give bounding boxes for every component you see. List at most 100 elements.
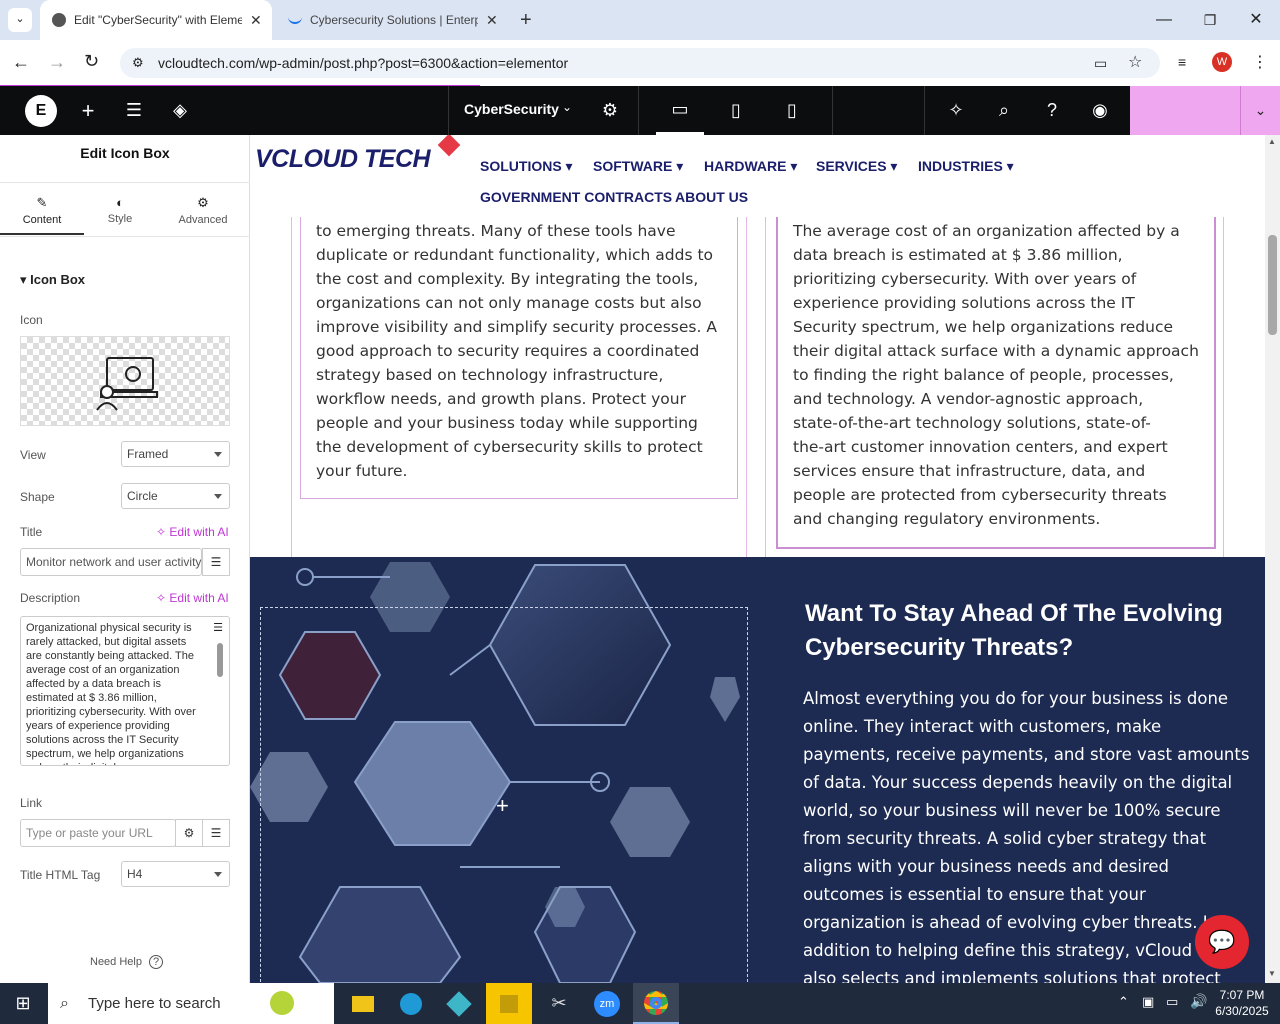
site-header: VCLOUD TECH SOLUTIONS ▾ SOFTWARE ▾ HARDW… [250,135,1265,217]
half-circle-icon: ◐ [116,195,124,210]
page-settings-gear-icon[interactable]: ⚙ [586,86,634,135]
page-preview: VCLOUD TECH SOLUTIONS ▾ SOFTWARE ▾ HARDW… [250,135,1265,983]
tab-search-icon[interactable]: ⌄ [8,8,32,32]
search-icon[interactable]: ⌕ [980,86,1028,135]
nav-government-contracts[interactable]: GOVERNMENT CONTRACTS [480,189,672,205]
textarea-scrollbar[interactable] [217,643,223,677]
tray-security-icon[interactable]: ▣ [1142,994,1154,1010]
wordpress-icon [52,13,66,27]
page-name[interactable]: CyberSecurity [464,101,559,117]
media-icon[interactable]: ≡ [1178,54,1186,70]
drag-cursor-icon: + [496,793,509,818]
preview-eye-icon[interactable]: ◉ [1076,86,1124,135]
close-tab-icon[interactable]: ✕ [486,12,498,29]
forward-icon[interactable]: → [48,52,66,73]
snipping-tool-icon[interactable]: ✂ [536,983,582,1024]
description-edit-with-ai-button[interactable]: ✧ Edit with AI [156,591,229,605]
notifications-icon[interactable]: ✧ [932,86,980,135]
gear-icon: ⚙ [197,195,209,210]
tennis-ball-icon [270,991,294,1015]
new-tab-icon[interactable]: + [520,9,532,32]
title-input[interactable]: Monitor network and user activity [20,548,202,576]
description-textarea[interactable]: Organizational physical security is rare… [20,616,230,766]
publish-options-chevron-icon[interactable]: ⌄ [1240,86,1280,135]
cast-icon[interactable]: ▭ [1094,48,1107,78]
windows-start-icon[interactable]: ⊞ [0,983,46,1024]
site-logo[interactable]: VCLOUD TECH [255,145,431,174]
column-gap [746,217,766,557]
back-icon[interactable]: ← [12,52,30,73]
close-window-icon[interactable]: ✕ [1246,10,1266,30]
tablet-view-icon[interactable]: ▯ [712,86,760,135]
dynamic-tags-icon[interactable]: ☰ [209,621,227,639]
nav-industries[interactable]: INDUSTRIES ▾ [918,158,1014,175]
tab-content[interactable]: ✎ Content [0,183,84,235]
link-options-gear-icon[interactable]: ⚙ [175,819,203,847]
dynamic-tags-icon[interactable]: ☰ [202,548,230,576]
reload-icon[interactable]: ↻ [84,51,99,72]
chrome-icon[interactable] [633,983,679,1024]
structure-layers-icon[interactable]: ◈ [156,86,204,135]
network-icon[interactable]: ▭ [1166,994,1178,1010]
elementor-top-bar: E + ☰ ◈ CyberSecurity ⌄ ⚙ ▭ ▯ ▯ ✧ ⌕ ? ◉ … [0,86,1280,135]
scrollbar-thumb[interactable] [1268,235,1277,335]
desktop-view-icon[interactable]: ▭ [656,86,704,135]
site-info-icon[interactable]: ⚙ [132,48,144,78]
pencil-icon: ✎ [36,195,48,210]
nav-about-us[interactable]: ABOUT US [675,189,748,205]
title-label: Title [20,525,43,539]
app-diamond-icon[interactable] [436,983,482,1024]
volume-icon[interactable]: 🔊 [1190,993,1207,1010]
title-edit-with-ai-button[interactable]: ✧ Edit with AI [156,525,229,539]
profile-avatar[interactable]: W [1212,52,1232,72]
help-icon[interactable]: ? [1028,86,1076,135]
tab-cybersecurity-solutions[interactable]: Cybersecurity Solutions | Enterp ✕ [280,0,512,40]
cta-section: + Want To Stay Ahead Of The Evolving Cybe… [250,557,1265,983]
title-html-tag-select[interactable]: H4 [121,861,230,887]
loading-icon [288,16,302,24]
close-tab-icon[interactable]: ✕ [250,12,262,29]
view-select[interactable]: Framed [121,441,230,467]
dynamic-tags-icon[interactable]: ☰ [202,819,230,847]
tray-chevron-icon[interactable]: ⌃ [1118,994,1129,1010]
publish-button[interactable] [1130,86,1240,135]
elementor-panel: Edit Icon Box ✎ Content ◐ Style ⚙ Advanc… [0,135,250,983]
nav-software[interactable]: SOFTWARE ▾ [593,158,683,175]
shape-label: Shape [20,490,55,504]
link-input[interactable]: Type or paste your URL [20,819,176,847]
shape-select[interactable]: Circle [121,483,230,509]
nav-services[interactable]: SERVICES ▾ [816,158,897,175]
add-element-icon[interactable]: + [64,86,112,135]
file-explorer-icon[interactable] [340,983,386,1024]
zoom-icon[interactable]: zm [584,983,630,1024]
tab-advanced[interactable]: ⚙ Advanced [160,183,246,235]
title-html-tag-label: Title HTML Tag [20,868,101,882]
sticky-notes-icon[interactable] [486,983,532,1024]
tab-edit-cybersecurity[interactable]: Edit "CyberSecurity" with Eleme ✕ [40,0,272,40]
minimize-icon[interactable]: — [1154,10,1174,30]
icon-picker[interactable] [20,336,230,426]
url-bar[interactable]: ⚙ vcloudtech.com/wp-admin/post.php?post=… [120,48,1160,78]
section-toggle[interactable]: ▾ Icon Box [20,272,85,288]
elementor-logo-icon[interactable]: E [25,95,57,127]
chevron-down-icon[interactable]: ⌄ [562,100,572,114]
icon-box-right-selected[interactable]: The average cost of an organization affe… [776,217,1216,549]
need-help-link[interactable]: Need Help ? [90,955,164,969]
logo-mark-icon [437,135,461,157]
search-icon: ⌕ [60,995,69,1012]
bookmark-star-icon[interactable]: ☆ [1128,48,1142,78]
page-scrollbar[interactable]: ▲ ▼ [1265,135,1280,983]
restore-icon[interactable]: ❐ [1200,10,1220,30]
nav-hardware[interactable]: HARDWARE ▾ [704,158,797,175]
edge-icon[interactable] [388,983,434,1024]
taskbar-search[interactable]: ⌕ Type here to search [48,983,334,1024]
tab-style[interactable]: ◐ Style [84,183,156,235]
computer-security-icon [96,357,158,411]
icon-box-left[interactable]: to emerging threats. Many of these tools… [300,217,738,499]
chat-bubble-icon[interactable]: 💬 [1195,915,1249,969]
menu-icon[interactable]: ⋮ [1252,52,1268,72]
mobile-view-icon[interactable]: ▯ [768,86,816,135]
settings-sliders-icon[interactable]: ☰ [110,86,158,135]
nav-solutions[interactable]: SOLUTIONS ▾ [480,158,573,175]
clock[interactable]: 7:07 PM 6/30/2025 [1212,987,1272,1019]
